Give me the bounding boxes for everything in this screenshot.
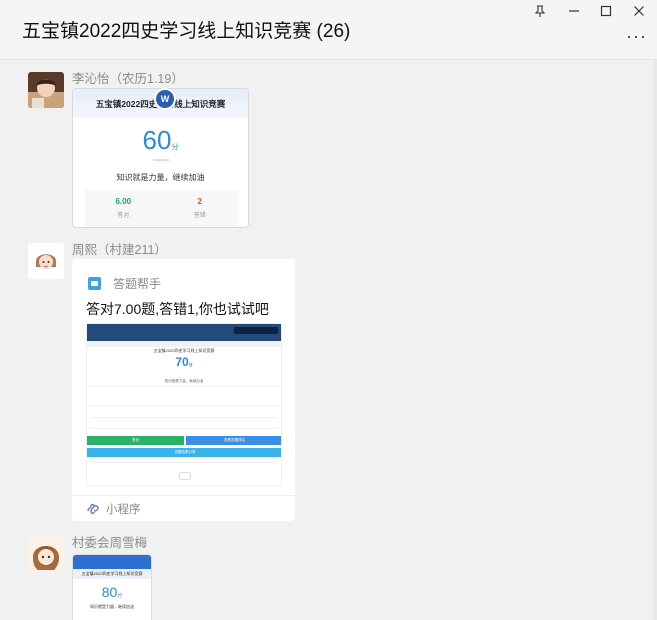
sender-name: 村委会周雪梅 (72, 536, 148, 550)
card-header-bar (73, 555, 151, 569)
divider (91, 386, 277, 387)
card-divider (72, 495, 295, 496)
message-list: 李沁怡（农历1.19） 五宝镇2022四史学习线上知识竞赛 60分 知识就是力量… (0, 60, 657, 620)
more-options-button[interactable]: ··· (626, 26, 647, 47)
preview-score: 70分 (175, 355, 193, 369)
score: 60分 (142, 125, 179, 155)
mini-program-icon (87, 503, 99, 515)
divider (91, 405, 277, 406)
divider (91, 462, 277, 463)
avatar[interactable] (28, 72, 64, 108)
divider (91, 428, 277, 429)
preview-subtitle: 知识就是力量，继续加油 (164, 379, 204, 383)
close-icon[interactable] (629, 2, 649, 20)
avatar[interactable] (28, 243, 64, 279)
card-subtitle: 知识就是力量，继续加油 (90, 604, 134, 609)
preview-subbar (87, 341, 281, 347)
sender-name: 周熙（村建211） (72, 243, 167, 257)
chat-title: 五宝镇2022四史学习线上知识竞赛 (26) (22, 21, 351, 42)
pin-icon[interactable] (530, 2, 550, 20)
stats-panel: 6.00 答对 2 答错 (85, 190, 238, 226)
minimize-icon[interactable] (564, 2, 584, 20)
stat-correct: 6.00 答对 (115, 197, 132, 219)
preview-topbar (87, 324, 281, 341)
mini-program-card[interactable]: 答题帮手 答对7.00题,答错1,你也试试吧 五宝镇2022四史学习线上知识竞赛… (72, 259, 295, 521)
maximize-icon[interactable] (596, 2, 616, 20)
preview-footer-icon (179, 472, 191, 480)
mini-program-footer: 小程序 (86, 501, 141, 517)
window-titlebar: 五宝镇2022四史学习线上知识竞赛 (26) ··· (0, 0, 657, 60)
answer-helper-icon (88, 277, 101, 290)
preview-title: 五宝镇2022四史学习线上知识竞赛 (153, 348, 215, 353)
quiz-result-card[interactable]: 五宝镇2022四史学习线上知识竞赛 80分 知识就是力量，继续加油 (72, 554, 152, 620)
divider (91, 417, 277, 418)
w-badge-icon: W (154, 88, 176, 110)
avatar[interactable] (28, 536, 64, 572)
share-message: 答对7.00题,答错1,你也试试吧 (86, 301, 269, 317)
preview-home-button: 首页 (87, 436, 184, 445)
sender-name: 李沁怡（农历1.19） (72, 72, 184, 86)
card-title: 五宝镇2022四史学习线上知识竞赛 (73, 569, 151, 579)
preview-ranking-button: 查看答题排名 (186, 436, 281, 445)
stat-wrong: 2 答错 (193, 197, 206, 219)
scrollbar[interactable] (653, 60, 657, 620)
app-name: 答题帮手 (113, 277, 162, 291)
result-preview-image[interactable]: 五宝镇2022四史学习线上知识竞赛 70分 知识就是力量，继续加油 首页 查看答… (86, 323, 282, 486)
score-underline (153, 159, 169, 161)
score: 80分 (101, 584, 123, 600)
preview-share-button: 答题结果分享 (87, 448, 281, 457)
card-subtitle: 知识就是力量，继续加油 (116, 173, 205, 182)
app-header: 答题帮手 (88, 275, 161, 292)
